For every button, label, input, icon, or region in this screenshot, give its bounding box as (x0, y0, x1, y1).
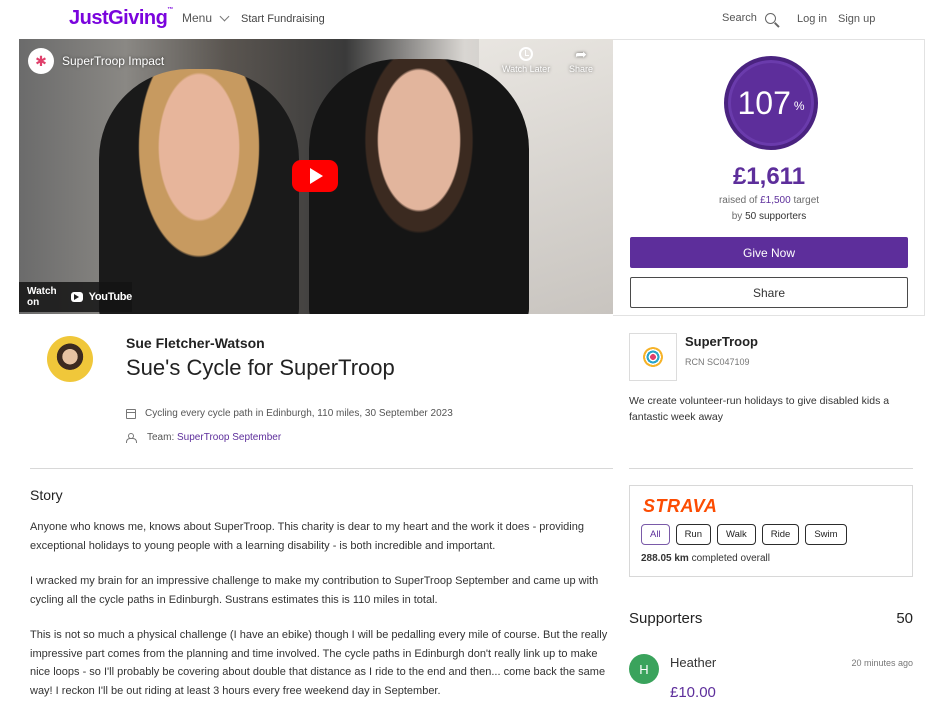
supporter-name: Heather (670, 655, 717, 670)
strava-distance-value: 288.05 km (641, 553, 689, 564)
strava-tab-walk[interactable]: Walk (717, 524, 756, 545)
charity-description: We create volunteer-run holidays to give… (629, 395, 890, 423)
play-button[interactable] (292, 160, 338, 192)
strava-tab-all[interactable]: All (641, 524, 670, 545)
charity-name[interactable]: SuperTroop (685, 334, 758, 349)
team-link[interactable]: SuperTroop September (177, 432, 281, 443)
watch-later-label: Watch Later (502, 64, 551, 74)
activity-text: Cycling every cycle path in Edinburgh, 1… (145, 408, 453, 419)
strava-distance-suffix: completed overall (691, 553, 770, 564)
chevron-down-icon (219, 11, 230, 22)
amount-raised: £1,611 (732, 163, 806, 190)
page-title: Sue's Cycle for SuperTroop (126, 355, 395, 380)
search-icon (764, 12, 776, 24)
story-paragraph: Anyone who knows me, knows about SuperTr… (30, 521, 584, 552)
target-line: raised of £1,500 target (718, 195, 820, 206)
give-now-button[interactable]: Give Now (630, 237, 908, 268)
sidebar-divider (629, 468, 913, 469)
channel-avatar[interactable]: ✱ (28, 48, 54, 74)
share-arrow-icon: ➦ (575, 46, 587, 62)
youtube-logo-icon (70, 292, 83, 302)
video-title[interactable]: SuperTroop Impact (62, 54, 164, 68)
fundraiser-avatar (47, 336, 93, 382)
story-paragraph: I wracked my brain for an impressive cha… (30, 575, 599, 606)
supporters-line: by 50 supporters (731, 211, 807, 222)
strava-activity-tabs: All Run Walk Ride Swim (641, 524, 847, 545)
supporter-time: 20 minutes ago (851, 658, 913, 668)
video-share-label: Share (569, 64, 594, 74)
strava-logo: STRAVA (643, 496, 718, 516)
donation-summary-panel: 107 % £1,611 raised of £1,500 target by … (613, 39, 925, 316)
target-amount: £1,500 (760, 195, 791, 206)
supporters-total: 50 supporters (745, 211, 807, 222)
supertroop-logo-icon (643, 347, 663, 367)
activity-row: Cycling every cycle path in Edinburgh, 1… (126, 408, 453, 419)
calendar-icon (126, 408, 136, 419)
charity-registration-number: RCN SC047109 (685, 357, 750, 367)
strava-tab-ride[interactable]: Ride (761, 524, 800, 545)
login-link[interactable]: Log in (797, 13, 827, 25)
search-label: Search (722, 12, 757, 24)
team-icon (126, 433, 138, 443)
content-divider (30, 468, 613, 469)
team-prefix: Team: (147, 432, 175, 443)
strava-tab-swim[interactable]: Swim (805, 524, 847, 545)
watch-on-label: Watch on (27, 286, 57, 308)
strava-tab-run[interactable]: Run (675, 524, 711, 545)
search-button[interactable]: Search (722, 12, 776, 24)
clock-icon (519, 47, 534, 61)
signup-link[interactable]: Sign up (838, 13, 875, 25)
menu-button[interactable]: Menu (182, 11, 230, 25)
progress-percent: 107 (737, 84, 791, 121)
youtube-wordmark: YouTube (88, 291, 133, 303)
supporter-amount: £10.00 (670, 684, 716, 701)
team-row: Team: SuperTroop September (126, 432, 281, 443)
supporters-count: 50 (896, 610, 913, 627)
youtube-video-player[interactable]: ✱ SuperTroop Impact Watch Later ➦ Share … (19, 39, 613, 314)
strava-distance: 288.05 km completed overall (641, 553, 770, 564)
video-share-button[interactable]: ➦ Share (569, 47, 593, 74)
justgiving-logo[interactable]: JustGiving™ (69, 7, 173, 30)
share-button[interactable]: Share (630, 277, 908, 308)
story-heading: Story (30, 487, 63, 503)
supporter-avatar: H (629, 654, 659, 684)
charity-logo[interactable] (629, 333, 677, 381)
progress-percent-sign: % (793, 99, 805, 113)
play-icon (310, 168, 323, 184)
story-paragraph: This is not so much a physical challenge… (30, 629, 608, 697)
video-person-right (309, 59, 529, 314)
video-channel-info[interactable]: ✱ SuperTroop Impact (28, 48, 164, 74)
fundraiser-name: Sue Fletcher-Watson (126, 335, 265, 351)
progress-percentage-badge: 107 % (724, 56, 818, 150)
start-fundraising-link[interactable]: Start Fundraising (241, 13, 325, 25)
watch-later-button[interactable]: Watch Later (502, 47, 550, 74)
top-navigation-bar: JustGiving™ Menu Start Fundraising Searc… (0, 0, 933, 38)
menu-label: Menu (182, 11, 213, 25)
strava-activity-card: STRAVA All Run Walk Ride Swim 288.05 km … (629, 485, 913, 577)
watch-on-youtube-button[interactable]: Watch on YouTube (19, 282, 132, 312)
supporters-heading: Supporters (629, 610, 703, 627)
video-person-left (99, 69, 299, 314)
